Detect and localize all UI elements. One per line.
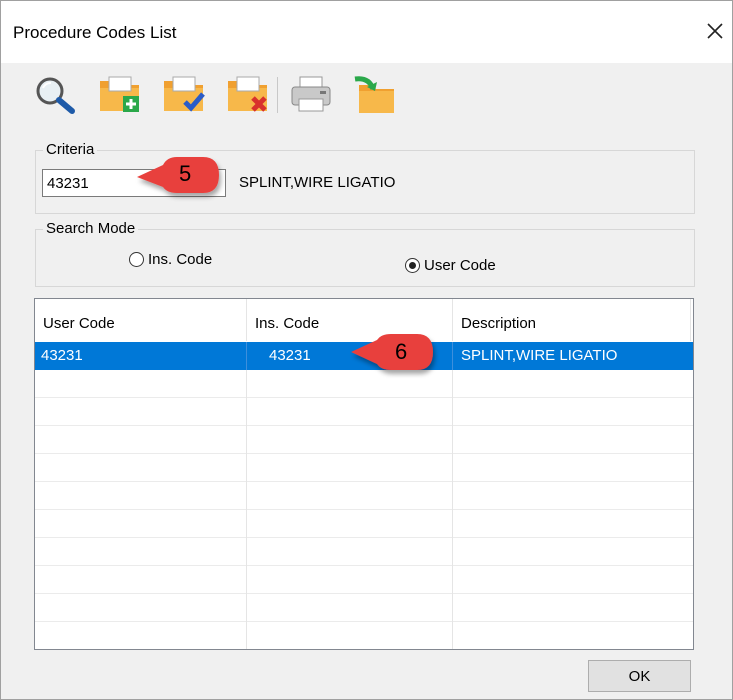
empty-table-row <box>35 594 693 622</box>
empty-cell <box>247 482 453 510</box>
criteria-description: SPLINT,WIRE LIGATIO <box>239 174 396 191</box>
empty-table-row <box>35 454 693 482</box>
empty-cell <box>247 566 453 594</box>
printer-icon[interactable] <box>286 71 336 117</box>
callout-6: 6 <box>347 332 439 382</box>
ins-code-radio-dot <box>129 252 144 267</box>
empty-cell <box>247 398 453 426</box>
empty-cell <box>453 594 693 622</box>
empty-cell <box>453 426 693 454</box>
search-icon[interactable] <box>31 71 81 117</box>
user-code-radio[interactable]: User Code <box>405 257 496 274</box>
search-mode-label: Search Mode <box>43 220 139 237</box>
empty-cell <box>35 482 247 510</box>
criteria-label: Criteria <box>43 141 98 158</box>
window-title: Procedure Codes List <box>13 23 177 42</box>
callout-5: 5 <box>133 155 225 203</box>
toolbar-separator <box>277 77 278 113</box>
empty-cell <box>453 566 693 594</box>
user-code-radio-dot <box>405 258 420 273</box>
user-code-radio-label: User Code <box>424 257 496 274</box>
empty-table-row <box>35 566 693 594</box>
empty-cell <box>35 398 247 426</box>
ins-code-radio-label: Ins. Code <box>148 251 213 268</box>
empty-cell <box>35 370 247 398</box>
empty-table-row <box>35 622 693 649</box>
empty-cell <box>35 622 247 649</box>
title-bar: Procedure Codes List <box>1 1 732 63</box>
ok-button[interactable]: OK <box>588 660 691 692</box>
empty-cell <box>453 538 693 566</box>
empty-table-row <box>35 482 693 510</box>
empty-cell <box>453 482 693 510</box>
empty-cell <box>35 454 247 482</box>
folder-delete-icon[interactable] <box>223 71 273 117</box>
folder-export-icon[interactable] <box>349 71 399 117</box>
empty-cell <box>247 594 453 622</box>
cell-user-code: 43231 <box>35 342 247 370</box>
column-header-user-code[interactable]: User Code <box>35 299 247 341</box>
empty-cell <box>453 454 693 482</box>
empty-table-row <box>35 538 693 566</box>
column-header-description[interactable]: Description <box>453 299 691 341</box>
empty-cell <box>35 510 247 538</box>
procedure-codes-dialog: Procedure Codes List Criteria 43231 SPLI… <box>0 0 733 700</box>
empty-cell <box>247 426 453 454</box>
empty-cell <box>453 622 693 649</box>
callout-5-label: 5 <box>179 161 192 186</box>
empty-cell <box>453 510 693 538</box>
empty-table-row <box>35 426 693 454</box>
empty-table-row <box>35 510 693 538</box>
folder-edit-icon[interactable] <box>159 71 209 117</box>
empty-cell <box>35 426 247 454</box>
ins-code-radio[interactable]: Ins. Code <box>129 251 212 268</box>
empty-cell <box>35 566 247 594</box>
empty-cell <box>247 510 453 538</box>
empty-cell <box>35 594 247 622</box>
empty-cell <box>247 622 453 649</box>
empty-cell <box>247 454 453 482</box>
close-icon[interactable] <box>699 15 731 47</box>
empty-cell <box>453 370 693 398</box>
empty-table-row <box>35 398 693 426</box>
empty-cell <box>247 538 453 566</box>
folder-add-icon[interactable] <box>95 71 145 117</box>
cell-description: SPLINT,WIRE LIGATIO <box>461 347 618 364</box>
empty-cell <box>35 538 247 566</box>
callout-6-label: 6 <box>395 339 408 364</box>
empty-cell <box>453 398 693 426</box>
